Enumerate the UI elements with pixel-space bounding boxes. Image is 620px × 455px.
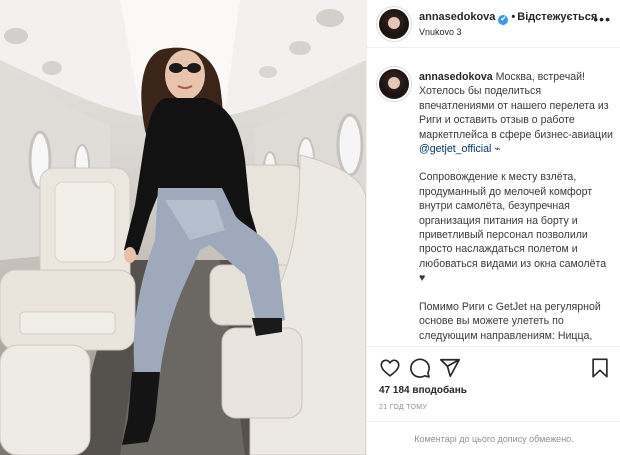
more-horizontal-icon[interactable]: ••• — [593, 12, 611, 26]
post-sidebar: annasedokova ✔ • Відстежується Vnukovo 3 ••… — [366, 0, 620, 455]
caption-para-2: Сопровождение к месту взлёта, продуманны… — [419, 171, 607, 285]
location-link[interactable]: Vnukovo 3 — [419, 27, 462, 37]
bookmark-icon[interactable] — [589, 357, 611, 379]
post-photo[interactable] — [0, 0, 366, 455]
caption-para-3: Помимо Риги с GetJet на регулярной основ… — [419, 300, 601, 345]
caption-emoji: ⌁ — [491, 143, 501, 156]
caption-text: annasedokova Москва, встречай! Хотелось … — [419, 70, 613, 345]
jet-cabin-illustration — [0, 0, 366, 455]
caption-area: annasedokova Москва, встречай! Хотелось … — [367, 49, 620, 345]
caption-username[interactable]: annasedokova — [419, 71, 493, 83]
following-button[interactable]: Відстежується — [517, 11, 597, 23]
heart-icon[interactable] — [379, 357, 401, 379]
comments-disabled-notice: Коментарі до цього допису обмежено. — [367, 421, 620, 455]
avatar[interactable] — [379, 9, 409, 39]
send-icon[interactable] — [439, 357, 461, 379]
mention-link[interactable]: @getjet_official — [419, 143, 491, 155]
verified-badge-icon: ✔ — [498, 15, 509, 25]
separator-dot: • — [511, 11, 516, 23]
caption-avatar[interactable] — [379, 69, 409, 99]
post-timestamp[interactable]: 21 ГОД ТОМУ — [379, 404, 427, 411]
likes-count[interactable]: 47 184 вподобань — [379, 385, 467, 396]
header-username[interactable]: annasedokova — [419, 11, 495, 23]
post-header: annasedokova ✔ • Відстежується Vnukovo 3 ••… — [367, 0, 620, 48]
post-actions: 47 184 вподобань 21 ГОД ТОМУ Коментарі д… — [367, 346, 620, 455]
header-user-line: annasedokova ✔ • Відстежується — [419, 11, 597, 25]
comment-icon[interactable] — [409, 357, 431, 379]
